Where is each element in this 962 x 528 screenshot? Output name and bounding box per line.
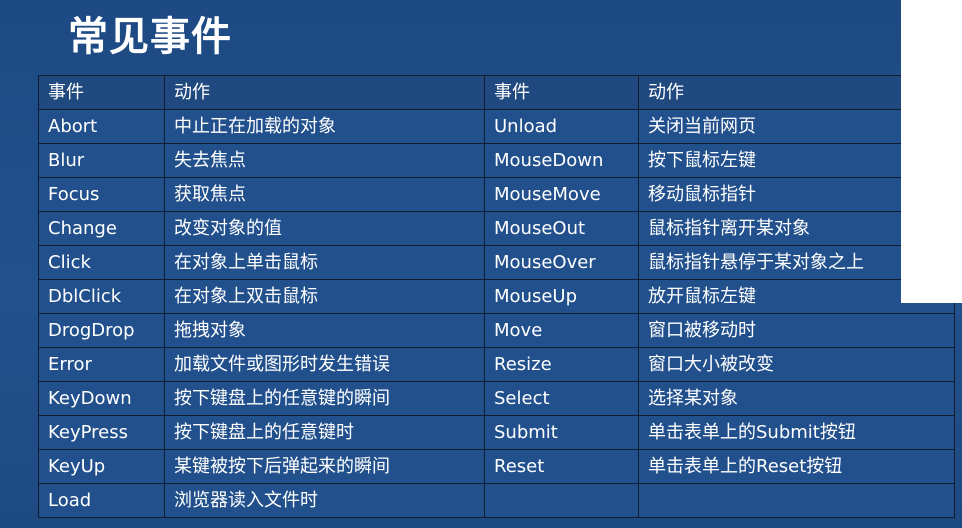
events-table: 事件 动作 事件 动作 Abort 中止正在加载的对象 Unload 关闭当前网… [38,75,955,518]
event-name: Error [38,347,165,382]
table-row: Change 改变对象的值 MouseOut 鼠标指针离开某对象 [38,211,955,246]
table-row: Focus 获取焦点 MouseMove 移动鼠标指针 [38,177,955,212]
header-action-left: 动作 [164,75,485,110]
event-action: 加载文件或图形时发生错误 [164,347,485,382]
event-name: KeyDown [38,381,165,416]
table-row: Click 在对象上单击鼠标 MouseOver 鼠标指针悬停于某对象之上 [38,245,955,280]
event-name: Select [484,381,639,416]
event-name [484,483,639,518]
event-action: 某键被按下后弹起来的瞬间 [164,449,485,484]
event-name: Move [484,313,639,348]
event-name: MouseDown [484,143,639,178]
event-name: KeyUp [38,449,165,484]
table-row: KeyPress 按下键盘上的任意键时 Submit 单击表单上的Submit按… [38,415,955,450]
event-name: Click [38,245,165,280]
event-action: 窗口大小被改变 [638,347,955,382]
table-row: Abort 中止正在加载的对象 Unload 关闭当前网页 [38,109,955,144]
event-action: 获取焦点 [164,177,485,212]
event-name: DrogDrop [38,313,165,348]
event-name: Blur [38,143,165,178]
side-panel-overlay [901,0,962,303]
event-action: 改变对象的值 [164,211,485,246]
event-name: Abort [38,109,165,144]
event-name: DblClick [38,279,165,314]
event-name: Resize [484,347,639,382]
event-action: 单击表单上的Submit按钮 [638,415,955,450]
event-action: 按下键盘上的任意键的瞬间 [164,381,485,416]
table-row: DrogDrop 拖拽对象 Move 窗口被移动时 [38,313,955,348]
event-action: 拖拽对象 [164,313,485,348]
event-name: Focus [38,177,165,212]
slide-title: 常见事件 [68,14,232,60]
table-row: Error 加载文件或图形时发生错误 Resize 窗口大小被改变 [38,347,955,382]
event-action: 中止正在加载的对象 [164,109,485,144]
table-row: Load 浏览器读入文件时 [38,483,955,518]
event-name: Submit [484,415,639,450]
table-row: KeyUp 某键被按下后弹起来的瞬间 Reset 单击表单上的Reset按钮 [38,449,955,484]
event-action: 在对象上单击鼠标 [164,245,485,280]
event-action [638,483,955,518]
event-name: MouseOver [484,245,639,280]
event-name: MouseUp [484,279,639,314]
event-name: Unload [484,109,639,144]
event-name: MouseMove [484,177,639,212]
table-header-row: 事件 动作 事件 动作 [38,75,955,110]
event-action: 选择某对象 [638,381,955,416]
event-name: Change [38,211,165,246]
event-name: KeyPress [38,415,165,450]
event-action: 单击表单上的Reset按钮 [638,449,955,484]
table-row: DblClick 在对象上双击鼠标 MouseUp 放开鼠标左键 [38,279,955,314]
table-row: Blur 失去焦点 MouseDown 按下鼠标左键 [38,143,955,178]
event-action: 按下键盘上的任意键时 [164,415,485,450]
table-row: KeyDown 按下键盘上的任意键的瞬间 Select 选择某对象 [38,381,955,416]
event-action: 在对象上双击鼠标 [164,279,485,314]
event-action: 失去焦点 [164,143,485,178]
event-action: 窗口被移动时 [638,313,955,348]
event-name: Reset [484,449,639,484]
event-action: 浏览器读入文件时 [164,483,485,518]
header-event-left: 事件 [38,75,165,110]
header-event-right: 事件 [484,75,639,110]
event-name: Load [38,483,165,518]
event-name: MouseOut [484,211,639,246]
